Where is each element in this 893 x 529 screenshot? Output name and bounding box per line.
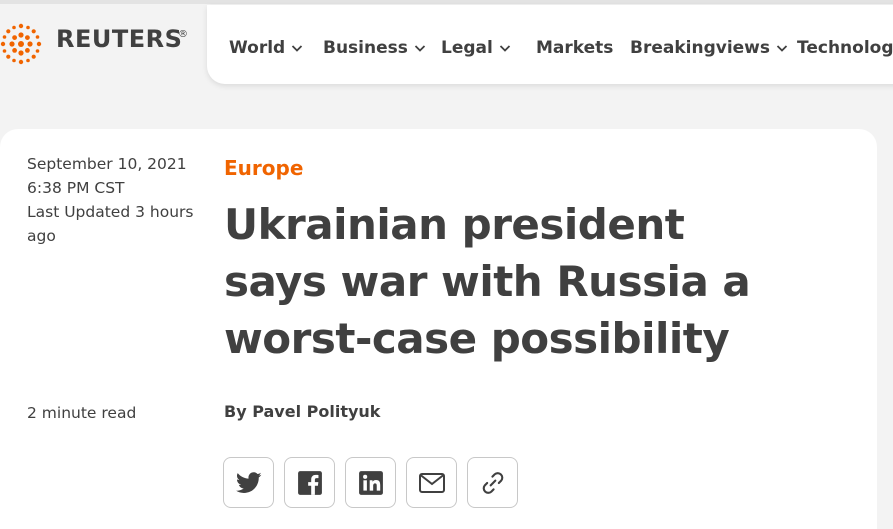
share-email-button[interactable] (406, 457, 457, 508)
linkedin-icon (358, 470, 383, 495)
last-updated: Last Updated 3 hours ago (27, 203, 194, 245)
facebook-icon (297, 470, 322, 495)
share-bar (223, 457, 518, 508)
article-card: September 10, 2021 6:38 PM CST Last Upda… (0, 129, 877, 529)
twitter-icon (235, 471, 262, 493)
share-linkedin-button[interactable] (345, 457, 396, 508)
nav-item-label: Markets (536, 38, 614, 58)
nav-item-label: Technology (797, 38, 893, 58)
reuters-logo[interactable]: REUTERS ® (0, 15, 200, 69)
category-link[interactable]: Europe (224, 156, 303, 180)
nav-item-label: Breakingviews (630, 38, 771, 58)
nav-item-markets[interactable]: Markets (536, 38, 613, 58)
nav-item-business[interactable]: Business (323, 38, 426, 58)
brand-wordmark: REUTERS (56, 25, 183, 53)
nav-item-label: World (229, 38, 286, 58)
reuters-dots-icon (0, 23, 42, 65)
nav-item-world[interactable]: World (229, 38, 303, 58)
chevron-down-icon (776, 45, 788, 52)
nav-item-technology[interactable]: Technology (797, 38, 893, 58)
share-facebook-button[interactable] (284, 457, 335, 508)
nav-item-label: Legal (441, 38, 493, 58)
byline: By Pavel Polityuk (224, 402, 380, 421)
registered-mark: ® (178, 29, 188, 40)
article-headline: Ukrainian president says war with Russia… (224, 200, 751, 363)
article-timestamp: September 10, 2021 6:38 PM CST Last Upda… (27, 152, 197, 248)
read-time: 2 minute read (27, 404, 137, 422)
copy-link-button[interactable] (467, 457, 518, 508)
publish-date: September 10, 2021 (27, 155, 187, 173)
share-twitter-button[interactable] (223, 457, 274, 508)
nav-item-legal[interactable]: Legal (441, 38, 511, 58)
chevron-down-icon (499, 45, 510, 52)
author-link[interactable]: Pavel Polityuk (252, 402, 380, 421)
top-divider (0, 0, 893, 4)
chevron-down-icon (414, 45, 426, 52)
link-icon (482, 471, 503, 494)
nav-item-label: Business (323, 38, 408, 58)
publish-time: 6:38 PM CST (27, 179, 125, 197)
email-icon (418, 472, 445, 493)
byline-prefix: By (224, 402, 247, 421)
main-nav: World Business Legal Markets Breakingvie… (207, 5, 893, 84)
nav-item-breakingviews[interactable]: Breakingviews (630, 38, 788, 58)
chevron-down-icon (292, 45, 303, 52)
